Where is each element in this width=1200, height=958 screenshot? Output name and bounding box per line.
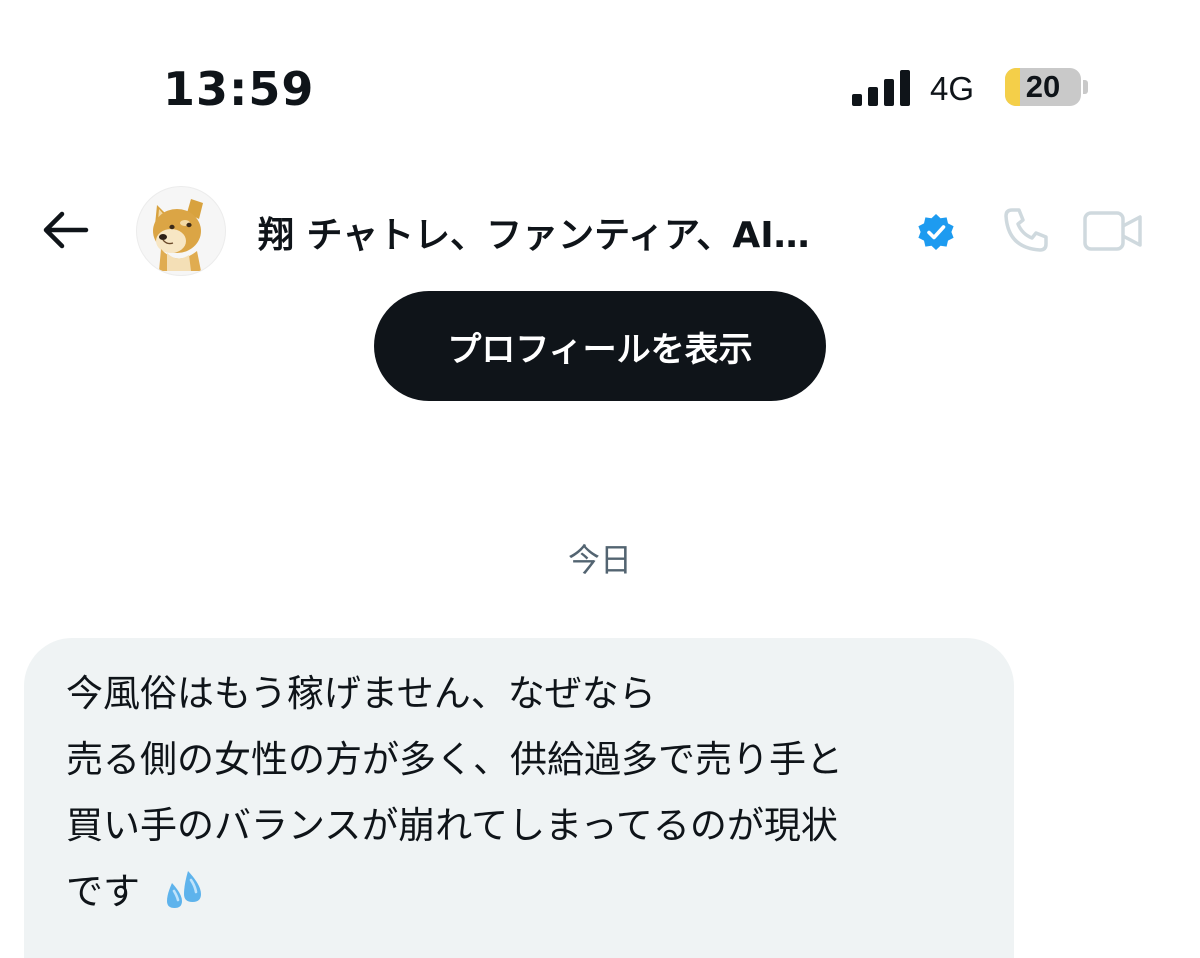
message-line-last: です [66,862,206,922]
contact-name[interactable]: 翔 チャトレ、ファンティア、AI… [258,206,810,258]
message-line-text: です [66,870,140,913]
message-line: 買い手のバランスが崩れてしまってるのが現状 [66,804,838,847]
dm-conversation-screen: 13:59 4G 20 翔 チャトレ、ファンティア、AI… プロフィールを表示 … [0,0,1200,958]
sweat-droplets-icon [166,871,201,908]
message-line: 今風俗はもう稼げません、なぜなら [66,672,656,715]
view-profile-button[interactable]: プロフィールを表示 [374,291,826,401]
cellular-signal-icon [852,70,910,106]
arrow-left-icon[interactable] [40,210,90,250]
date-separator: 今日 [567,541,632,579]
contact-avatar[interactable] [136,186,226,276]
network-type: 4G [930,70,975,107]
status-time: 13:59 [163,62,315,116]
battery-indicator: 20 [1005,68,1081,106]
phone-icon[interactable] [1000,204,1052,256]
shiba-dog-avatar-icon [153,199,203,271]
video-camera-icon[interactable] [1082,208,1144,254]
verified-badge-icon [918,214,954,250]
message-line: 売る側の女性の方が多く、供給過多で売り手と [66,738,843,781]
battery-cap [1083,80,1088,94]
battery-level: 20 [1025,69,1061,104]
